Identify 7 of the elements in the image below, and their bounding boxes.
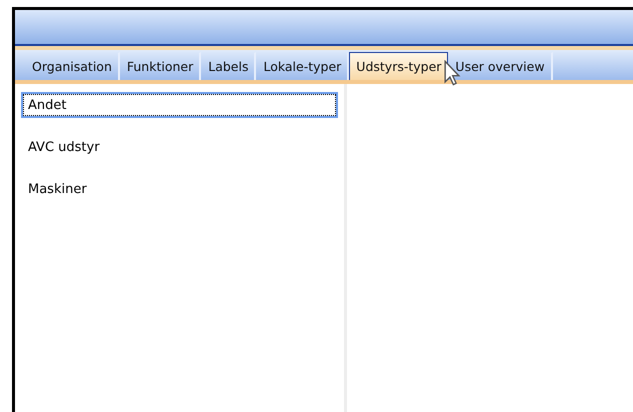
tab[interactable]: Udstyrs-typer xyxy=(349,52,448,80)
list-item[interactable]: Andet xyxy=(23,94,336,116)
list-item[interactable]: AVC udstyr xyxy=(23,136,336,158)
tab[interactable]: Funktioner xyxy=(120,52,202,80)
tab[interactable]: Labels xyxy=(201,52,256,80)
tab[interactable]: Organisation xyxy=(25,52,120,80)
list-item[interactable]: Maskiner xyxy=(23,178,336,200)
